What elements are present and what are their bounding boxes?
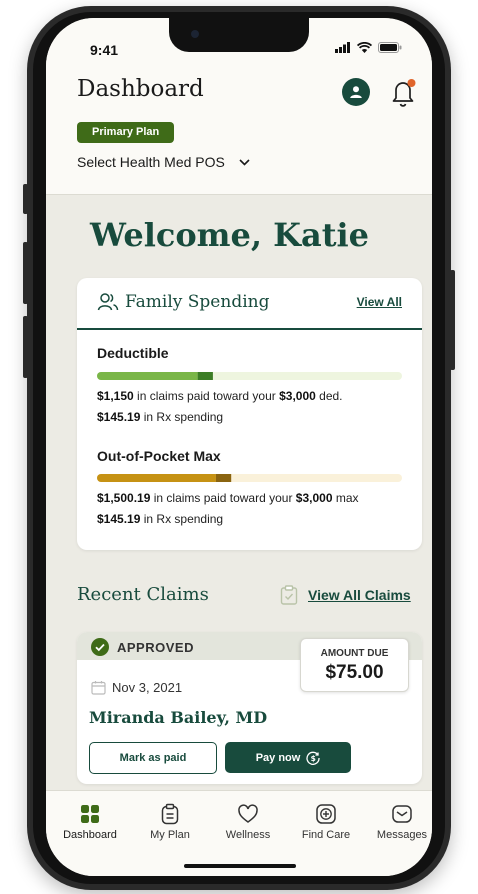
- volume-up-button: [23, 242, 28, 304]
- tab-my-plan-label: My Plan: [150, 829, 190, 841]
- deductible-rx-fill: [197, 372, 213, 380]
- payment-icon: $: [306, 751, 320, 765]
- page-title: Dashboard: [77, 76, 204, 102]
- deductible-rx-amount: $145.19: [97, 410, 141, 424]
- tab-wellness-label: Wellness: [225, 829, 271, 841]
- family-spending-header: Family Spending View All: [77, 278, 422, 330]
- pay-now-label: Pay now: [255, 751, 301, 764]
- bell-icon: [392, 79, 416, 107]
- view-all-claims-link[interactable]: View All Claims: [280, 585, 411, 605]
- claim-card[interactable]: APPROVED AMOUNT DUE $75.00 Nov 3, 2021 M…: [77, 632, 422, 784]
- plan-name: Select Health Med POS: [77, 154, 225, 170]
- deductible-total: $3,000: [279, 389, 316, 403]
- clipboard-check-icon: [280, 585, 298, 605]
- claim-status-label: APPROVED: [117, 639, 194, 655]
- recent-claims-title: Recent Claims: [77, 584, 209, 605]
- primary-plan-badge: Primary Plan: [77, 122, 175, 143]
- oop-max-paid-fill: [97, 474, 216, 482]
- family-spending-card: Family Spending View All Deductible $1,1…: [77, 278, 422, 550]
- notch: [169, 18, 309, 52]
- status-time: 9:41: [90, 42, 119, 58]
- pay-now-button[interactable]: Pay now $: [225, 742, 351, 773]
- deductible-claims-amount: $1,150: [97, 389, 134, 403]
- home-indicator: [184, 864, 296, 868]
- power-button: [450, 270, 455, 370]
- oop-max-claims-line: $1,500.19 in claims paid toward your $3,…: [97, 491, 359, 505]
- claim-date-text: Nov 3, 2021: [112, 680, 183, 695]
- claim-provider: Miranda Bailey, MD: [89, 708, 268, 727]
- deductible-label: Deductible: [97, 345, 169, 361]
- svg-text:$: $: [311, 754, 316, 763]
- view-all-spending-link[interactable]: View All: [357, 295, 402, 309]
- family-spending-title: Family Spending: [125, 292, 270, 312]
- deductible-rx-text: in Rx spending: [140, 410, 224, 424]
- battery-icon: [378, 42, 402, 53]
- tab-wellness[interactable]: Wellness: [212, 803, 284, 841]
- signal-icon: [335, 42, 350, 53]
- oop-max-suffix: max: [332, 491, 359, 505]
- deductible-progress-bar: [97, 372, 402, 380]
- oop-max-rx-fill: [215, 474, 232, 482]
- tab-find-care[interactable]: Find Care: [290, 803, 362, 841]
- oop-max-rx-line: $145.19 in Rx spending: [97, 512, 223, 526]
- message-icon: [392, 805, 412, 823]
- oop-max-label: Out-of-Pocket Max: [97, 448, 221, 464]
- view-all-claims-label: View All Claims: [308, 587, 411, 603]
- tab-my-plan[interactable]: My Plan: [134, 803, 206, 841]
- camera: [191, 30, 199, 38]
- tab-find-care-label: Find Care: [301, 829, 351, 841]
- mark-as-paid-button[interactable]: Mark as paid: [89, 742, 217, 774]
- deductible-rx-line: $145.19 in Rx spending: [97, 410, 223, 424]
- amount-due-value: $75.00: [325, 662, 384, 683]
- oop-max-rx-text: in Rx spending: [140, 512, 224, 526]
- tab-messages[interactable]: Messages: [366, 803, 432, 841]
- volume-down-button: [23, 316, 28, 378]
- tab-dashboard[interactable]: Dashboard: [54, 803, 126, 841]
- app-screen: 9:41 Dashboard Primary Plan Select Healt…: [46, 18, 432, 876]
- tab-messages-label: Messages: [376, 829, 428, 841]
- deductible-claims-line: $1,150 in claims paid toward your $3,000…: [97, 389, 343, 403]
- deductible-suffix: ded.: [315, 389, 343, 403]
- amount-due-box: AMOUNT DUE $75.00: [300, 638, 409, 692]
- plus-square-icon: [316, 804, 336, 824]
- calendar-icon: [91, 681, 106, 695]
- deductible-claims-text: in claims paid toward your: [133, 389, 280, 403]
- notifications-button[interactable]: [388, 76, 418, 108]
- family-users-icon: [97, 293, 119, 311]
- user-icon: [350, 86, 362, 98]
- oop-max-total: $3,000: [295, 491, 333, 505]
- clipboard-icon: [161, 803, 179, 825]
- amount-due-label: AMOUNT DUE: [320, 648, 389, 659]
- wifi-icon: [357, 42, 372, 53]
- deductible-paid-fill: [97, 372, 198, 380]
- chevron-down-icon: [239, 158, 250, 166]
- grid-icon: [81, 805, 99, 823]
- status-icons: [335, 42, 402, 53]
- mute-switch: [23, 184, 28, 214]
- plan-selector[interactable]: Select Health Med POS: [77, 154, 250, 170]
- oop-max-claims-text: in claims paid toward your: [150, 491, 296, 505]
- claim-date: Nov 3, 2021: [91, 680, 182, 695]
- tab-dashboard-label: Dashboard: [63, 829, 117, 841]
- claim-status: APPROVED: [91, 638, 194, 656]
- family-spending-title-group: Family Spending: [97, 292, 269, 312]
- oop-max-rx-amount: $145.19: [97, 512, 141, 526]
- welcome-heading: Welcome, Katie: [90, 216, 370, 254]
- oop-max-progress-bar: [97, 474, 402, 482]
- profile-button[interactable]: [342, 78, 370, 106]
- oop-max-claims-amount: $1,500.19: [97, 491, 151, 505]
- heart-icon: [238, 804, 258, 823]
- check-circle-icon: [91, 638, 109, 656]
